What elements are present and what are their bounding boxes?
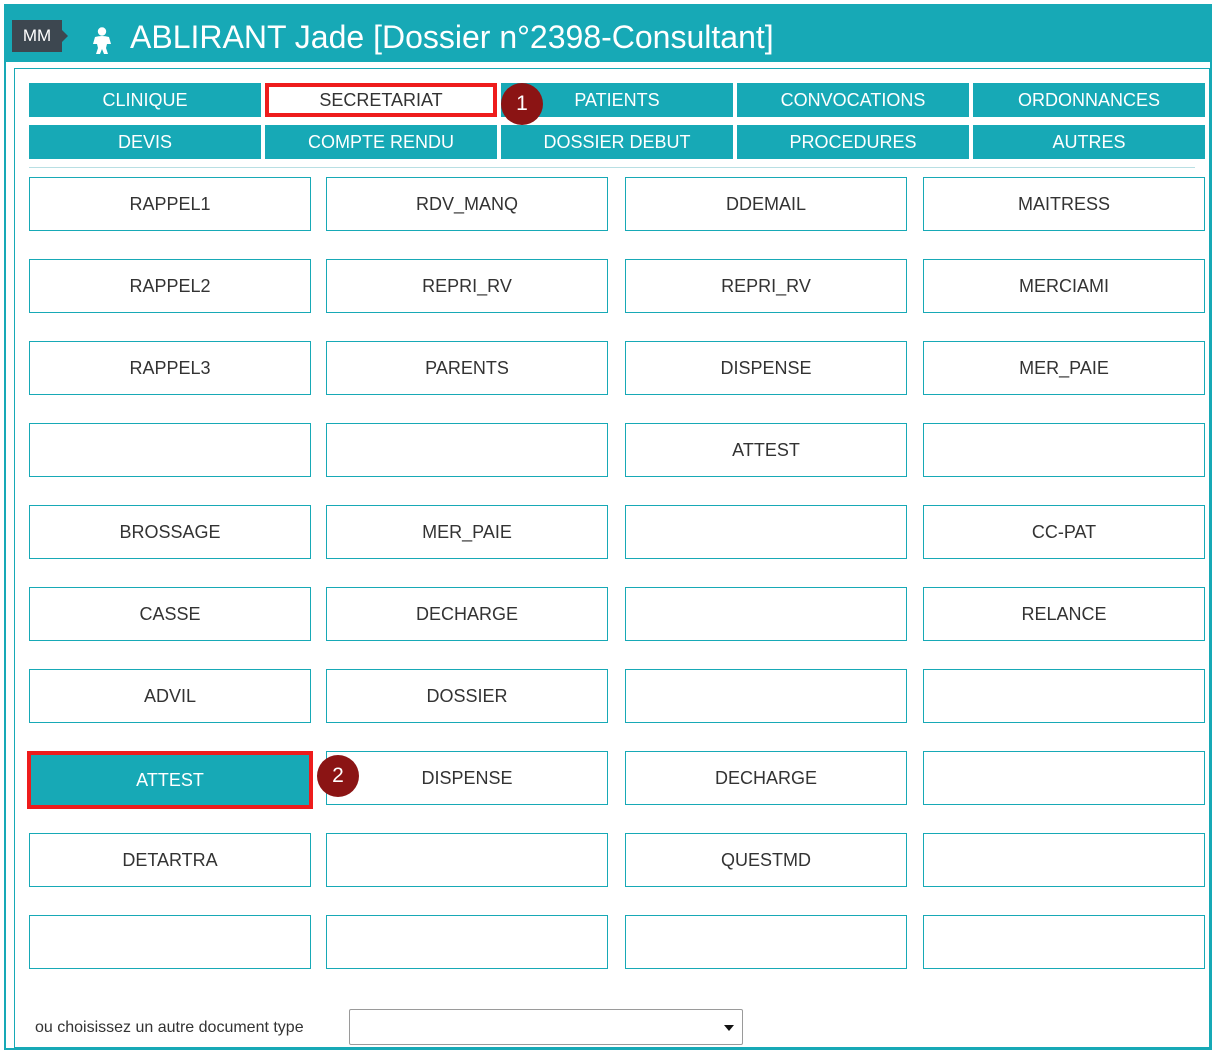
tab-clinique[interactable]: CLINIQUE bbox=[29, 83, 261, 117]
doc-button-repri_rv[interactable]: REPRI_RV bbox=[625, 259, 907, 313]
doc-button-empty[interactable] bbox=[326, 915, 608, 969]
doc-button-mer_paie[interactable]: MER_PAIE bbox=[923, 341, 1205, 395]
content-panel: CLINIQUE SECRETARIAT PATIENTS CONVOCATIONS O… bbox=[14, 68, 1210, 1048]
tab-devis[interactable]: DEVIS bbox=[29, 125, 261, 159]
doc-button-empty[interactable] bbox=[923, 751, 1205, 805]
doc-button-repri_rv[interactable]: REPRI_RV bbox=[326, 259, 608, 313]
person-icon bbox=[93, 27, 111, 54]
doc-button-ddemail[interactable]: DDEMAIL bbox=[625, 177, 907, 231]
doc-button-parents[interactable]: PARENTS bbox=[326, 341, 608, 395]
doc-button-cc-pat[interactable]: CC-PAT bbox=[923, 505, 1205, 559]
tab-secretariat[interactable]: SECRETARIAT bbox=[265, 83, 497, 117]
doc-button-decharge[interactable]: DECHARGE bbox=[326, 587, 608, 641]
title-bar: MM ABLIRANT Jade [Dossier n°2398-Consult… bbox=[6, 6, 1210, 62]
tab-ordonnances[interactable]: ORDONNANCES bbox=[973, 83, 1205, 117]
badge-arrow bbox=[62, 30, 68, 42]
tab-autres[interactable]: AUTRES bbox=[973, 125, 1205, 159]
tab-dossier-debut[interactable]: DOSSIER DEBUT bbox=[501, 125, 733, 159]
step-marker-1: 1 bbox=[501, 83, 543, 125]
app-window: MM ABLIRANT Jade [Dossier n°2398-Consult… bbox=[4, 4, 1212, 1050]
doc-button-attest[interactable]: ATTEST bbox=[27, 751, 313, 809]
doc-button-merciami[interactable]: MERCIAMI bbox=[923, 259, 1205, 313]
doc-button-dossier[interactable]: DOSSIER bbox=[326, 669, 608, 723]
doc-button-questmd[interactable]: QUESTMD bbox=[625, 833, 907, 887]
doc-button-rdv_manq[interactable]: RDV_MANQ bbox=[326, 177, 608, 231]
step-marker-2: 2 bbox=[317, 755, 359, 797]
doc-button-casse[interactable]: CASSE bbox=[29, 587, 311, 641]
doc-button-relance[interactable]: RELANCE bbox=[923, 587, 1205, 641]
doc-button-rappel1[interactable]: RAPPEL1 bbox=[29, 177, 311, 231]
doc-button-dispense[interactable]: DISPENSE bbox=[326, 751, 608, 805]
doc-button-empty[interactable] bbox=[923, 915, 1205, 969]
doc-button-rappel3[interactable]: RAPPEL3 bbox=[29, 341, 311, 395]
doc-button-empty[interactable] bbox=[923, 669, 1205, 723]
doc-button-empty[interactable] bbox=[625, 505, 907, 559]
doc-button-brossage[interactable]: BROSSAGE bbox=[29, 505, 311, 559]
doc-button-empty[interactable] bbox=[29, 423, 311, 477]
doc-button-decharge[interactable]: DECHARGE bbox=[625, 751, 907, 805]
doc-button-empty[interactable] bbox=[326, 423, 608, 477]
other-document-label: ou choisissez un autre document type bbox=[35, 1019, 304, 1036]
doc-button-empty[interactable] bbox=[29, 915, 311, 969]
chevron-down-icon bbox=[724, 1025, 734, 1031]
doc-button-rappel2[interactable]: RAPPEL2 bbox=[29, 259, 311, 313]
other-document-select[interactable] bbox=[349, 1009, 743, 1045]
doc-button-dispense[interactable]: DISPENSE bbox=[625, 341, 907, 395]
tab-compte-rendu[interactable]: COMPTE RENDU bbox=[265, 125, 497, 159]
doc-button-detartra[interactable]: DETARTRA bbox=[29, 833, 311, 887]
page-title: ABLIRANT Jade [Dossier n°2398-Consultant… bbox=[130, 19, 774, 55]
doc-button-empty[interactable] bbox=[625, 915, 907, 969]
user-initials-badge[interactable]: MM bbox=[12, 20, 62, 52]
doc-button-mer_paie[interactable]: MER_PAIE bbox=[326, 505, 608, 559]
tabs-divider bbox=[29, 167, 1195, 168]
doc-button-empty[interactable] bbox=[923, 833, 1205, 887]
doc-button-advil[interactable]: ADVIL bbox=[29, 669, 311, 723]
tab-convocations[interactable]: CONVOCATIONS bbox=[737, 83, 969, 117]
doc-button-empty[interactable] bbox=[625, 669, 907, 723]
tab-procedures[interactable]: PROCEDURES bbox=[737, 125, 969, 159]
doc-button-attest[interactable]: ATTEST bbox=[625, 423, 907, 477]
doc-button-empty[interactable] bbox=[625, 587, 907, 641]
doc-button-empty[interactable] bbox=[326, 833, 608, 887]
doc-button-empty[interactable] bbox=[923, 423, 1205, 477]
doc-button-maitress[interactable]: MAITRESS bbox=[923, 177, 1205, 231]
